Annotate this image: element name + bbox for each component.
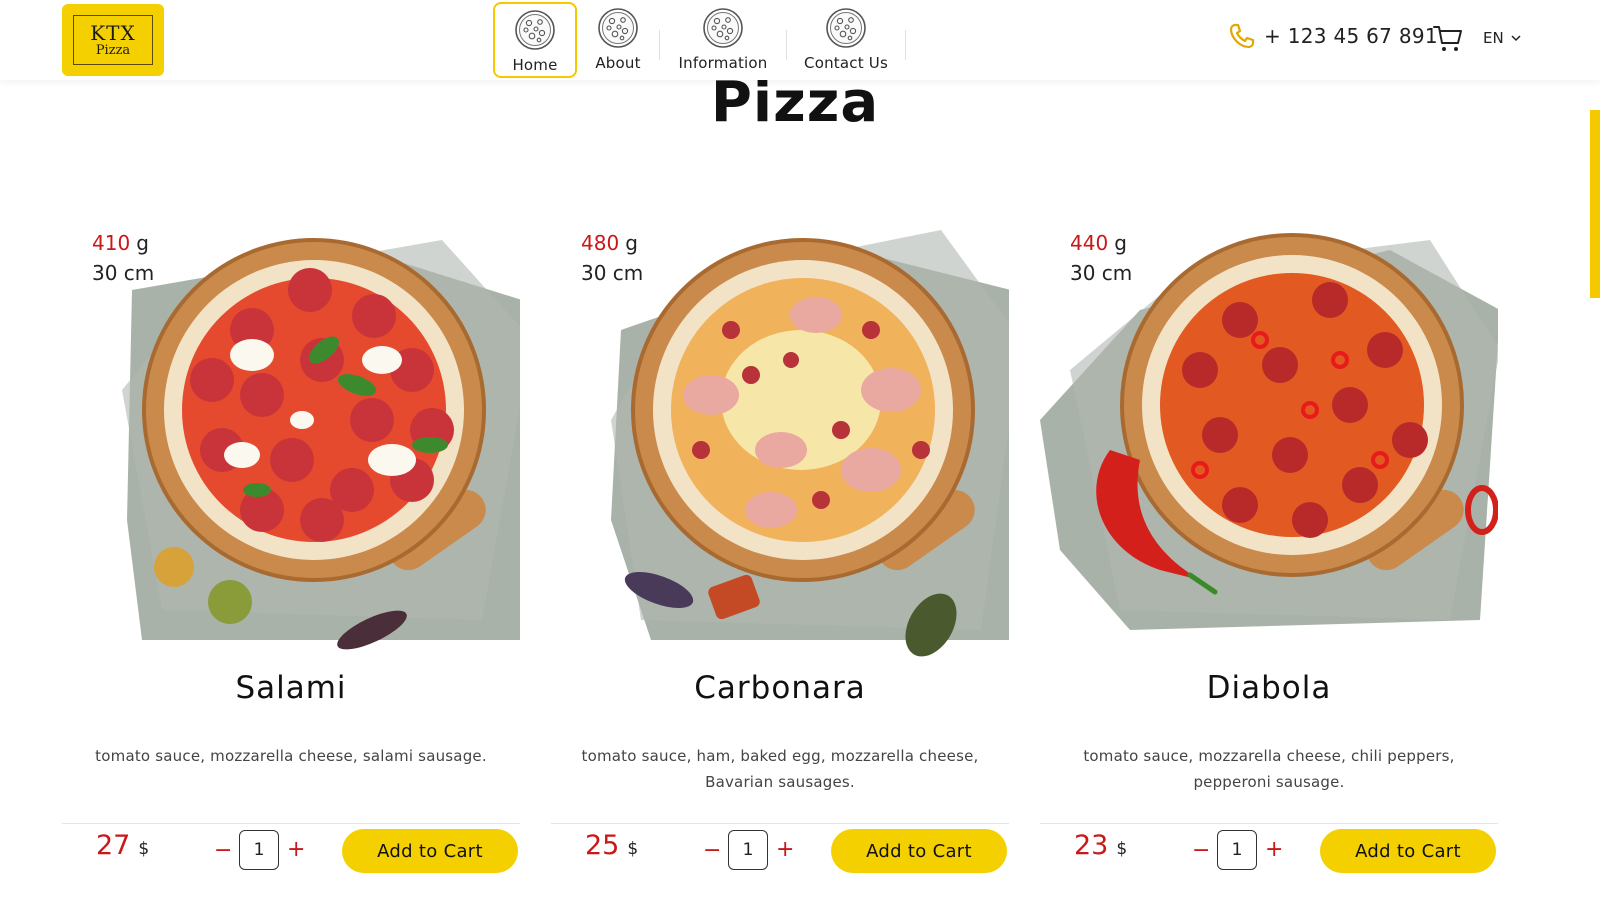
- logo[interactable]: KTX Pizza: [62, 4, 164, 76]
- cart-icon[interactable]: [1432, 24, 1464, 54]
- add-to-cart-button[interactable]: Add to Cart: [831, 829, 1007, 873]
- quantity-input[interactable]: 1: [1217, 830, 1257, 870]
- pizza-icon: [703, 8, 743, 48]
- price-currency: $: [627, 839, 639, 859]
- weight-unit: g: [1114, 231, 1127, 255]
- weight: 410 g: [92, 228, 154, 258]
- quantity-decrease-button[interactable]: −: [1192, 838, 1210, 863]
- product-description: tomato sauce, mozzarella cheese, salami …: [95, 747, 487, 765]
- product-card-carbonara: 480 g 30 cm Carbonara tomato sauce, ham, …: [551, 190, 1009, 900]
- nav-item-home[interactable]: Home: [493, 2, 577, 78]
- weight-value: 440: [1070, 231, 1109, 255]
- divider: [551, 823, 1009, 824]
- quantity-decrease-button[interactable]: −: [214, 838, 232, 863]
- logo-text-ktx: KTX: [90, 21, 136, 45]
- language-selector[interactable]: EN: [1483, 29, 1522, 47]
- quantity-input[interactable]: 1: [728, 830, 768, 870]
- price-value: 23: [1074, 830, 1109, 861]
- price: 23 $: [1074, 830, 1127, 874]
- price: 25 $: [585, 830, 638, 874]
- product-specs: 480 g 30 cm: [581, 228, 643, 288]
- price-currency: $: [1116, 839, 1128, 859]
- divider: [62, 823, 520, 824]
- weight-unit: g: [136, 231, 149, 255]
- nav-divider: [905, 30, 906, 60]
- product-name: Carbonara: [694, 670, 866, 706]
- language-label: EN: [1483, 29, 1504, 47]
- main-nav: Home About Information Contact Us: [493, 2, 906, 78]
- price-currency: $: [138, 839, 150, 859]
- nav-label-about: About: [595, 54, 641, 72]
- scroll-indicator[interactable]: [1590, 110, 1600, 298]
- nav-label-home: Home: [512, 56, 558, 74]
- product-footer: 23 $ − 1 + Add to Cart: [1040, 829, 1498, 880]
- product-card-diabola: 440 g 30 cm Diabola tomato sauce, mozzare…: [1040, 190, 1498, 900]
- nav-label-contact-us: Contact Us: [804, 54, 888, 72]
- quantity-decrease-button[interactable]: −: [703, 838, 721, 863]
- product-specs: 440 g 30 cm: [1070, 228, 1132, 288]
- weight-unit: g: [625, 231, 638, 255]
- weight-value: 410: [92, 231, 131, 255]
- price-value: 25: [585, 830, 620, 861]
- price: 27 $: [96, 830, 149, 874]
- price-value: 27: [96, 830, 131, 861]
- nav-item-about[interactable]: About: [577, 2, 659, 78]
- weight: 440 g: [1070, 228, 1132, 258]
- product-description: tomato sauce, mozzarella cheese, chili p…: [1083, 747, 1455, 791]
- product-name: Diabola: [1206, 670, 1332, 706]
- phone-number: + 123 45 67 891: [1264, 24, 1438, 48]
- add-to-cart-button[interactable]: Add to Cart: [1320, 829, 1496, 873]
- nav-label-information: Information: [678, 54, 768, 72]
- chevron-down-icon: [1511, 35, 1521, 42]
- site-header: KTX Pizza Home About Information Contact…: [0, 0, 1600, 80]
- size: 30 cm: [92, 261, 155, 285]
- quantity-input[interactable]: 1: [239, 830, 279, 870]
- product-description: tomato sauce, ham, baked egg, mozzarella…: [581, 747, 979, 791]
- weight: 480 g: [581, 228, 643, 258]
- add-to-cart-button[interactable]: Add to Cart: [342, 829, 518, 873]
- pizza-icon: [515, 10, 555, 50]
- quantity-increase-button[interactable]: +: [1265, 837, 1283, 862]
- size: 30 cm: [581, 261, 644, 285]
- logo-text-pizza: Pizza: [95, 43, 131, 58]
- quantity-increase-button[interactable]: +: [776, 837, 794, 862]
- product-name: Salami: [235, 670, 347, 706]
- divider: [1040, 823, 1498, 824]
- product-footer: 25 $ − 1 + Add to Cart: [551, 829, 1009, 880]
- pizza-icon: [826, 8, 866, 48]
- quantity-increase-button[interactable]: +: [287, 837, 305, 862]
- logo-frame: KTX Pizza: [73, 15, 153, 65]
- product-card-salami: 410 g 30 cm Salami tomato sauce, mozzare…: [62, 190, 520, 900]
- size: 30 cm: [1070, 261, 1133, 285]
- pizza-icon: [598, 8, 638, 48]
- product-footer: 27 $ − 1 + Add to Cart: [62, 829, 520, 880]
- product-specs: 410 g 30 cm: [92, 228, 154, 288]
- nav-item-information[interactable]: Information: [660, 2, 786, 78]
- nav-item-contact-us[interactable]: Contact Us: [787, 2, 905, 78]
- phone-icon: [1229, 23, 1255, 49]
- weight-value: 480: [581, 231, 620, 255]
- phone-contact[interactable]: + 123 45 67 891: [1228, 22, 1438, 50]
